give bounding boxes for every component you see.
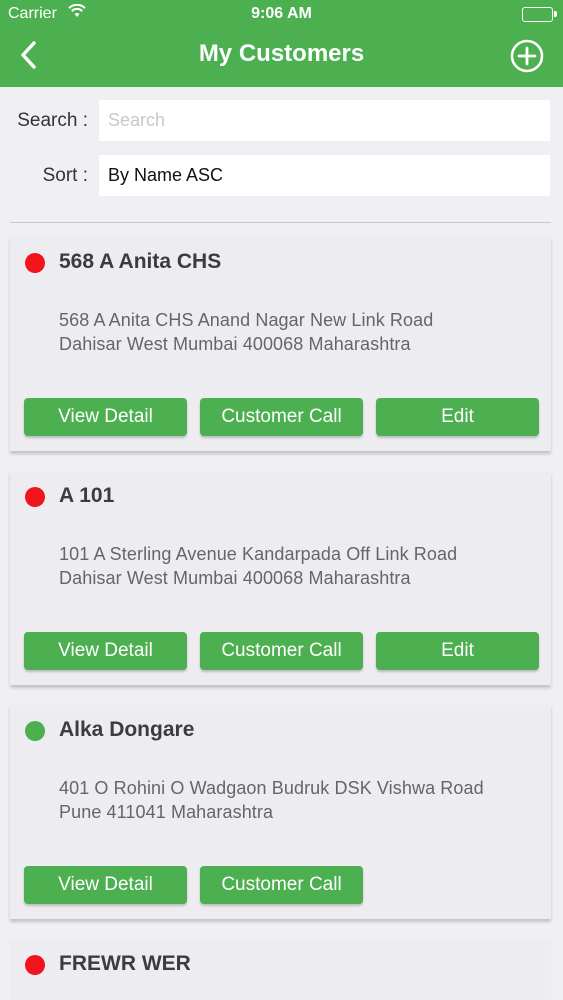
view-detail-button[interactable]: View Detail: [24, 398, 187, 436]
status-dot: [25, 955, 45, 975]
status-dot: [25, 487, 45, 507]
filter-panel: Search : Sort : By Name ASC: [0, 87, 563, 223]
customer-call-button[interactable]: Customer Call: [200, 866, 363, 904]
clock: 9:06 AM: [251, 5, 312, 22]
customer-name: Alka Dongare: [59, 718, 195, 741]
add-customer-button[interactable]: [510, 39, 544, 73]
divider: [10, 222, 551, 223]
customer-address: 568 A Anita CHS Anand Nagar New Link Roa…: [59, 308, 529, 356]
customer-name: FREWR WER: [59, 952, 191, 975]
address-line: Dahisar West Mumbai 400068 Maharashtra: [59, 568, 411, 588]
customer-card: 568 A Anita CHS 568 A Anita CHS Anand Na…: [10, 237, 551, 451]
customer-card: Alka Dongare 401 O Rohini O Wadgaon Budr…: [10, 705, 551, 919]
address-line: 101 A Sterling Avenue Kandarpada Off Lin…: [59, 544, 458, 564]
sort-select[interactable]: By Name ASC: [99, 155, 550, 196]
search-label: Search :: [17, 110, 88, 131]
customer-card: A 101 101 A Sterling Avenue Kandarpada O…: [10, 471, 551, 685]
address-line: Pune 411041 Maharashtra: [59, 802, 274, 822]
customer-name: 568 A Anita CHS: [59, 250, 222, 273]
customer-call-button[interactable]: Customer Call: [200, 398, 363, 436]
customer-name: A 101: [59, 484, 115, 507]
edit-button[interactable]: Edit: [376, 632, 539, 670]
status-bar: Carrier 9:06 AM: [0, 0, 563, 30]
sort-label: Sort :: [42, 165, 88, 186]
status-dot: [25, 721, 45, 741]
nav-header: Carrier 9:06 AM My Customers: [0, 0, 563, 87]
customer-address: 401 O Rohini O Wadgaon Budruk DSK Vishwa…: [59, 776, 529, 824]
status-dot: [25, 253, 45, 273]
address-line: 401 O Rohini O Wadgaon Budruk DSK Vishwa…: [59, 778, 484, 798]
page-title: My Customers: [198, 40, 365, 67]
edit-button[interactable]: Edit: [376, 398, 539, 436]
search-input[interactable]: [99, 100, 550, 141]
plus-circle-icon: [510, 39, 544, 73]
address-line: Dahisar West Mumbai 400068 Maharashtra: [59, 334, 411, 354]
customer-card: FREWR WER: [10, 939, 551, 1000]
view-detail-button[interactable]: View Detail: [24, 632, 187, 670]
view-detail-button[interactable]: View Detail: [24, 866, 187, 904]
address-line: 568 A Anita CHS Anand Nagar New Link Roa…: [59, 310, 434, 330]
customer-address: 101 A Sterling Avenue Kandarpada Off Lin…: [59, 542, 529, 590]
battery-icon: [522, 7, 557, 22]
customer-call-button[interactable]: Customer Call: [200, 632, 363, 670]
